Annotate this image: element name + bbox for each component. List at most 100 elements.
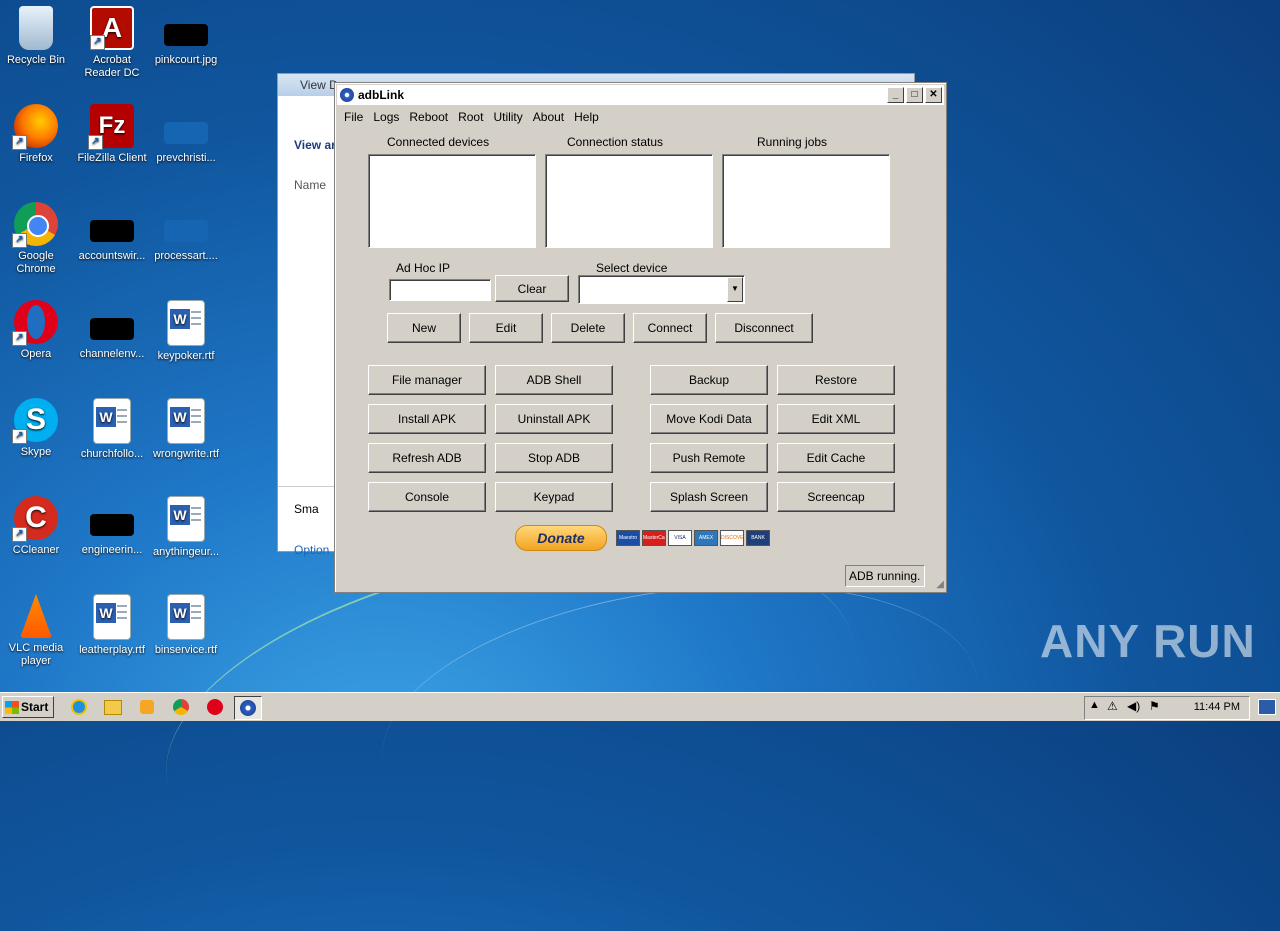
adhoc-ip-input[interactable] (389, 279, 491, 301)
uninstall-apk-button[interactable]: Uninstall APK (495, 404, 613, 434)
desktop-icon-label: Opera (20, 348, 52, 360)
show-hidden-icons-icon[interactable]: ▲ (1089, 699, 1100, 711)
console-button[interactable]: Console (368, 482, 486, 512)
desktop-icon-filezilla[interactable]: Fz ↗ FileZilla Client (76, 104, 148, 165)
delete-button[interactable]: Delete (551, 313, 625, 343)
visa-card-icon: VISA (668, 530, 692, 546)
stop-adb-button[interactable]: Stop ADB (495, 443, 613, 473)
word-document-icon: W (167, 398, 205, 444)
action-center-icon[interactable]: ⚠ (1107, 699, 1118, 713)
clear-button[interactable]: Clear (495, 275, 569, 302)
desktop-icon-rtf[interactable]: W churchfollo... (76, 398, 148, 461)
start-button[interactable]: Start (2, 696, 54, 718)
restore-button[interactable]: Restore (777, 365, 895, 395)
menu-about[interactable]: About (528, 110, 569, 124)
donate-button[interactable]: Donate (515, 525, 607, 551)
install-apk-button[interactable]: Install APK (368, 404, 486, 434)
volume-icon[interactable]: ◀) (1127, 699, 1140, 713)
refresh-adb-button[interactable]: Refresh ADB (368, 443, 486, 473)
ie-taskbar-icon[interactable] (66, 696, 92, 718)
adblink-taskbar-icon[interactable] (234, 696, 262, 720)
desktop-icon-file[interactable]: channelenv... (76, 300, 148, 361)
explorer-taskbar-icon[interactable] (100, 696, 126, 718)
menu-help[interactable]: Help (569, 110, 604, 124)
running-jobs-list[interactable] (722, 154, 890, 248)
push-remote-button[interactable]: Push Remote (650, 443, 768, 473)
connect-button[interactable]: Connect (633, 313, 707, 343)
menu-file[interactable]: File (339, 110, 368, 124)
name-column-header[interactable]: Name (294, 178, 326, 192)
resize-grip-icon[interactable]: ◢ (936, 579, 944, 590)
desktop-icon-label: VLC media player (8, 642, 64, 667)
minimize-icon[interactable]: _ (887, 87, 904, 103)
maximize-icon[interactable]: □ (906, 87, 923, 103)
desktop-icon-firefox[interactable]: ↗ Firefox (0, 104, 72, 165)
clock[interactable]: 11:44 PM (1194, 701, 1240, 713)
desktop-icon-file[interactable]: prevchristi... (150, 104, 222, 165)
desktop-icon-vlc[interactable]: VLC media player (0, 594, 72, 668)
desktop-icon-acrobat[interactable]: A ↗ Acrobat Reader DC (76, 6, 148, 80)
keypad-button[interactable]: Keypad (495, 482, 613, 512)
file-manager-button[interactable]: File manager (368, 365, 486, 395)
desktop-icon-file[interactable]: engineerin... (76, 496, 148, 557)
desktop-icon-file[interactable]: processart.... (150, 202, 222, 263)
desktop-icon-file[interactable]: accountswir... (76, 202, 148, 263)
watermark: ANY RUN (1040, 615, 1256, 667)
options-link[interactable]: Option (294, 543, 329, 557)
menu-root[interactable]: Root (453, 110, 488, 124)
desktop-icon-label: pinkcourt.jpg (154, 54, 218, 66)
desktop-icon-chrome[interactable]: ↗ Google Chrome (0, 202, 72, 276)
disconnect-button[interactable]: Disconnect (715, 313, 813, 343)
desktop-icon-rtf[interactable]: W anythingeur... (150, 496, 222, 559)
desktop-icon-rtf[interactable]: W binservice.rtf (150, 594, 222, 657)
edit-button[interactable]: Edit (469, 313, 543, 343)
adblink-window[interactable]: adbLink _ □ ✕ File Logs Reboot Root Util… (334, 82, 947, 593)
edit-cache-button[interactable]: Edit Cache (777, 443, 895, 473)
splash-screen-button[interactable]: Splash Screen (650, 482, 768, 512)
edit-xml-button[interactable]: Edit XML (777, 404, 895, 434)
menu-utility[interactable]: Utility (488, 110, 527, 124)
firefox-icon: ↗ (12, 104, 58, 150)
desktop-icon-rtf[interactable]: W keypoker.rtf (150, 300, 222, 363)
adb-shell-button[interactable]: ADB Shell (495, 365, 613, 395)
payment-cards: Maestro MasterCard VISA AMEX DISCOVER BA… (616, 530, 770, 546)
move-kodi-data-button[interactable]: Move Kodi Data (650, 404, 768, 434)
word-document-icon: W (167, 594, 205, 640)
desktop-icon-ccleaner[interactable]: C ↗ CCleaner (0, 496, 72, 557)
desktop-icon-label: Google Chrome (16, 250, 56, 275)
adhoc-ip-label: Ad Hoc IP (396, 261, 451, 275)
flag-icon[interactable]: ⚑ (1149, 699, 1160, 713)
bank-card-icon: BANK (746, 530, 770, 546)
backup-button[interactable]: Backup (650, 365, 768, 395)
image-file-icon (164, 24, 208, 46)
maestro-card-icon: Maestro (616, 530, 640, 546)
desktop-icon-skype[interactable]: S ↗ Skype (0, 398, 72, 459)
adblink-titlebar[interactable]: adbLink _ □ ✕ (337, 85, 944, 105)
background-window-item[interactable]: Sma (294, 502, 319, 516)
show-desktop-icon[interactable] (1258, 699, 1276, 715)
select-device-dropdown[interactable]: ▼ (578, 275, 745, 304)
adblink-app-icon (340, 88, 354, 102)
desktop-icon-opera[interactable]: ↗ Opera (0, 300, 72, 361)
chrome-icon: ↗ (12, 202, 58, 248)
desktop-icon-label: prevchristi... (156, 152, 216, 164)
media-player-taskbar-icon[interactable] (134, 696, 160, 718)
opera-taskbar-icon[interactable] (202, 696, 228, 718)
desktop-icon-rtf[interactable]: W leatherplay.rtf (76, 594, 148, 657)
opera-icon: ↗ (12, 300, 58, 346)
desktop-icon-rtf[interactable]: W wrongwrite.rtf (150, 398, 222, 461)
select-device-label: Select device (596, 261, 668, 275)
desktop-icon-recycle-bin[interactable]: Recycle Bin (0, 6, 72, 67)
chevron-down-icon[interactable]: ▼ (727, 277, 743, 302)
screencap-button[interactable]: Screencap (777, 482, 895, 512)
close-icon[interactable]: ✕ (925, 87, 942, 103)
menu-reboot[interactable]: Reboot (404, 110, 453, 124)
start-label: Start (21, 700, 49, 714)
menu-logs[interactable]: Logs (368, 110, 404, 124)
new-button[interactable]: New (387, 313, 461, 343)
desktop-icon-file[interactable]: pinkcourt.jpg (150, 6, 222, 67)
connection-status-list[interactable] (545, 154, 713, 248)
chrome-taskbar-icon[interactable] (168, 696, 194, 718)
connected-devices-list[interactable] (368, 154, 536, 248)
desktop-icon-label: FileZilla Client (77, 152, 147, 164)
